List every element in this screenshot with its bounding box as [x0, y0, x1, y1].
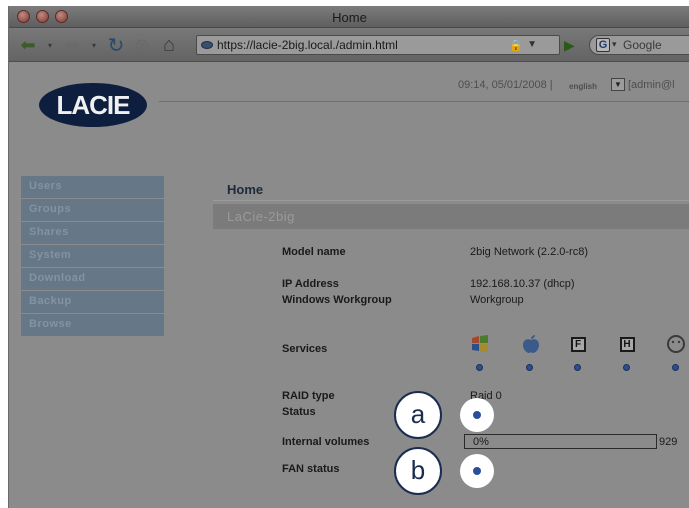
language-label: english	[569, 82, 598, 91]
window-title: Home	[332, 10, 367, 25]
raid-status-indicator	[460, 398, 494, 432]
sidebar-item-shares[interactable]: Shares	[21, 222, 164, 244]
apple-icon[interactable]	[521, 333, 541, 355]
bonjour-status-dot	[672, 364, 679, 371]
lock-icon[interactable]: 🔒	[509, 39, 523, 52]
home-icon[interactable]: ⌂	[158, 34, 180, 56]
forward-arrow-icon[interactable]: ➡	[61, 34, 83, 56]
site-favicon-icon	[201, 41, 213, 49]
sidebar-item-download[interactable]: Download	[21, 268, 164, 290]
back-arrow-icon[interactable]: ⬅	[17, 34, 39, 56]
page-content: LACIE 09:14, 05/01/2008 | english ▼ [adm…	[9, 63, 689, 508]
header-divider	[159, 101, 689, 102]
model-name-label: Model name	[282, 246, 346, 258]
back-history-icon[interactable]: ▾	[39, 34, 61, 56]
user-info[interactable]: [admin@l	[628, 79, 675, 91]
volume-size: 929	[659, 436, 678, 448]
internal-volumes-label: Internal volumes	[282, 436, 370, 448]
sidebar-item-system[interactable]: System	[21, 245, 164, 267]
ftp-status-dot	[574, 364, 581, 371]
ip-address-label: IP Address	[282, 278, 339, 290]
browser-window: Home ⬅ ▾ ➡ ▾ ↻ ⊗ ⌂ https://lacie-2big.lo…	[8, 6, 689, 508]
volume-usage-bar: 0%	[464, 434, 657, 449]
callout-a: a	[394, 391, 442, 439]
windows-status-dot	[476, 364, 483, 371]
fan-status-dot	[473, 467, 481, 475]
http-letter: H	[619, 336, 635, 352]
page-title: Home	[213, 177, 689, 201]
ip-address-value: 192.168.10.37 (dhcp)	[470, 278, 575, 290]
fan-status-label: FAN status	[282, 463, 340, 475]
raid-type-label: RAID type	[282, 390, 335, 402]
url-dropdown-icon[interactable]: ▼	[527, 39, 537, 50]
volume-usage-text: 0%	[473, 436, 489, 448]
http-status-dot	[623, 364, 630, 371]
apple-status-dot	[526, 364, 533, 371]
sidebar-item-groups[interactable]: Groups	[21, 199, 164, 221]
windows-icon[interactable]	[470, 333, 490, 355]
raid-status-dot	[473, 411, 481, 419]
ftp-letter: F	[570, 336, 586, 352]
ftp-icon[interactable]: F	[568, 333, 588, 355]
url-text[interactable]: https://lacie-2big.local./admin.html	[217, 38, 398, 52]
language-dropdown[interactable]: ▼	[611, 78, 625, 91]
workgroup-label: Windows Workgroup	[282, 294, 392, 306]
search-placeholder[interactable]: Google	[623, 38, 662, 52]
sidebar-item-users[interactable]: Users	[21, 176, 164, 198]
fan-status-indicator	[460, 454, 494, 488]
go-button[interactable]: ▶	[564, 37, 575, 54]
services-label: Services	[282, 343, 328, 355]
status-label: Status	[282, 406, 316, 418]
datetime-text: 09:14, 05/01/2008 |	[458, 79, 553, 91]
address-bar[interactable]: https://lacie-2big.local./admin.html 🔒 ▼	[196, 35, 560, 55]
browser-toolbar: ⬅ ▾ ➡ ▾ ↻ ⊗ ⌂ https://lacie-2big.local./…	[9, 28, 689, 62]
search-engine-icon[interactable]: G	[596, 38, 610, 52]
sidebar-nav: Users Groups Shares System Download Back…	[21, 176, 164, 337]
forward-history-icon[interactable]: ▾	[83, 34, 105, 56]
search-engine-dropdown-icon[interactable]: ▾	[612, 39, 617, 50]
sidebar-item-browse[interactable]: Browse	[21, 314, 164, 336]
sidebar-item-backup[interactable]: Backup	[21, 291, 164, 313]
reload-icon[interactable]: ↻	[105, 34, 127, 57]
device-name-band: LaCie-2big	[213, 204, 689, 229]
workgroup-value: Workgroup	[470, 294, 524, 306]
stop-icon[interactable]: ⊗	[131, 34, 153, 56]
callout-b: b	[394, 447, 442, 495]
title-bar: Home	[9, 6, 689, 28]
lacie-logo: LACIE	[39, 83, 147, 127]
bonjour-icon[interactable]	[666, 333, 686, 355]
search-input[interactable]: G ▾ Google	[589, 35, 689, 55]
http-icon[interactable]: H	[617, 333, 637, 355]
model-name-value: 2big Network (2.2.0-rc8)	[470, 246, 588, 258]
